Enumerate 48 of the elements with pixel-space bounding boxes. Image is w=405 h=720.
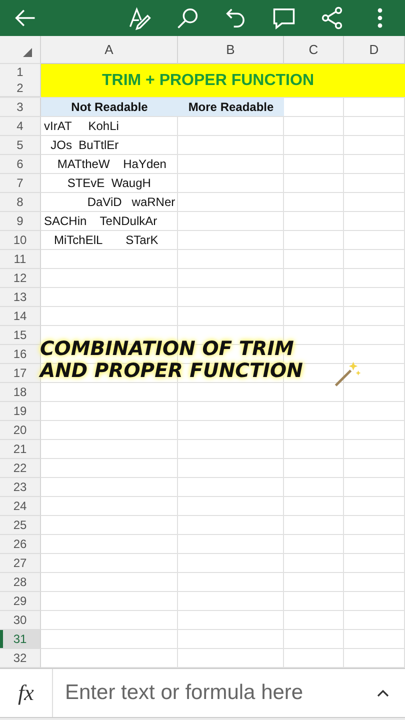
row-number[interactable]: 21 [0,440,41,459]
table-cell-text: JOs BuTtlEr [50,137,119,154]
row-number[interactable]: 28 [0,573,41,592]
table-cell-text: SACHin TeNDulkAr [43,213,158,230]
row-number[interactable]: 8 [0,193,41,212]
row-number[interactable]: 3 [0,98,41,117]
table-cell-text: MATtheW HaYden [56,156,166,173]
row-number[interactable]: 29 [0,592,41,611]
table-heading: More Readable [178,98,284,116]
title-banner: TRIM + PROPER FUNCTION [41,64,405,97]
row-number[interactable]: 9 [0,212,41,231]
row-number[interactable]: 2 [16,81,24,95]
row-number[interactable]: 22 [0,459,41,478]
row-number[interactable]: 30 [0,611,41,630]
row-number[interactable]: 23 [0,478,41,497]
row-number[interactable]: 10 [0,231,41,250]
row-number[interactable]: 13 [0,288,41,307]
row-number[interactable]: 26 [0,535,41,554]
table-cell-text: vIrAT KohLi [43,118,119,135]
row-number[interactable]: 31 [0,630,41,649]
row-number[interactable]: 4 [0,117,41,136]
function-label: fx [0,669,53,717]
table-cell-text: MiTchElL STarK [53,232,158,249]
table-cell-text: DaViD waRNer [86,194,176,211]
row-number[interactable]: 18 [0,383,41,402]
share-icon[interactable] [319,5,345,31]
row-number[interactable]: 7 [0,174,41,193]
caption-text: COMBINATION OF TRIM [40,338,294,360]
row-number[interactable]: 14 [0,307,41,326]
caret-icon[interactable] [377,689,389,697]
select-all-icon[interactable] [23,48,32,57]
row-number[interactable]: 20 [0,421,41,440]
row-number[interactable]: 19 [0,402,41,421]
row-number[interactable]: 32 [0,649,41,668]
row-number[interactable]: 24 [0,497,41,516]
caption-text: AND PROPER FUNCTION [40,360,303,382]
row-number[interactable]: 27 [0,554,41,573]
row-number[interactable]: 11 [0,250,41,269]
row-number[interactable]: 16 [0,345,41,364]
row-number[interactable]: 12 [0,269,41,288]
row-number[interactable]: 6 [0,155,41,174]
row-number[interactable]: 25 [0,516,41,535]
table-heading: Not Readable [41,98,178,116]
row-number[interactable]: 1 [16,65,24,79]
pen-icon[interactable] [127,5,153,31]
table-cell-text: STEvE WaugH [66,175,151,192]
row-number[interactable]: 15 [0,326,41,345]
row-number[interactable]: 5 [0,136,41,155]
